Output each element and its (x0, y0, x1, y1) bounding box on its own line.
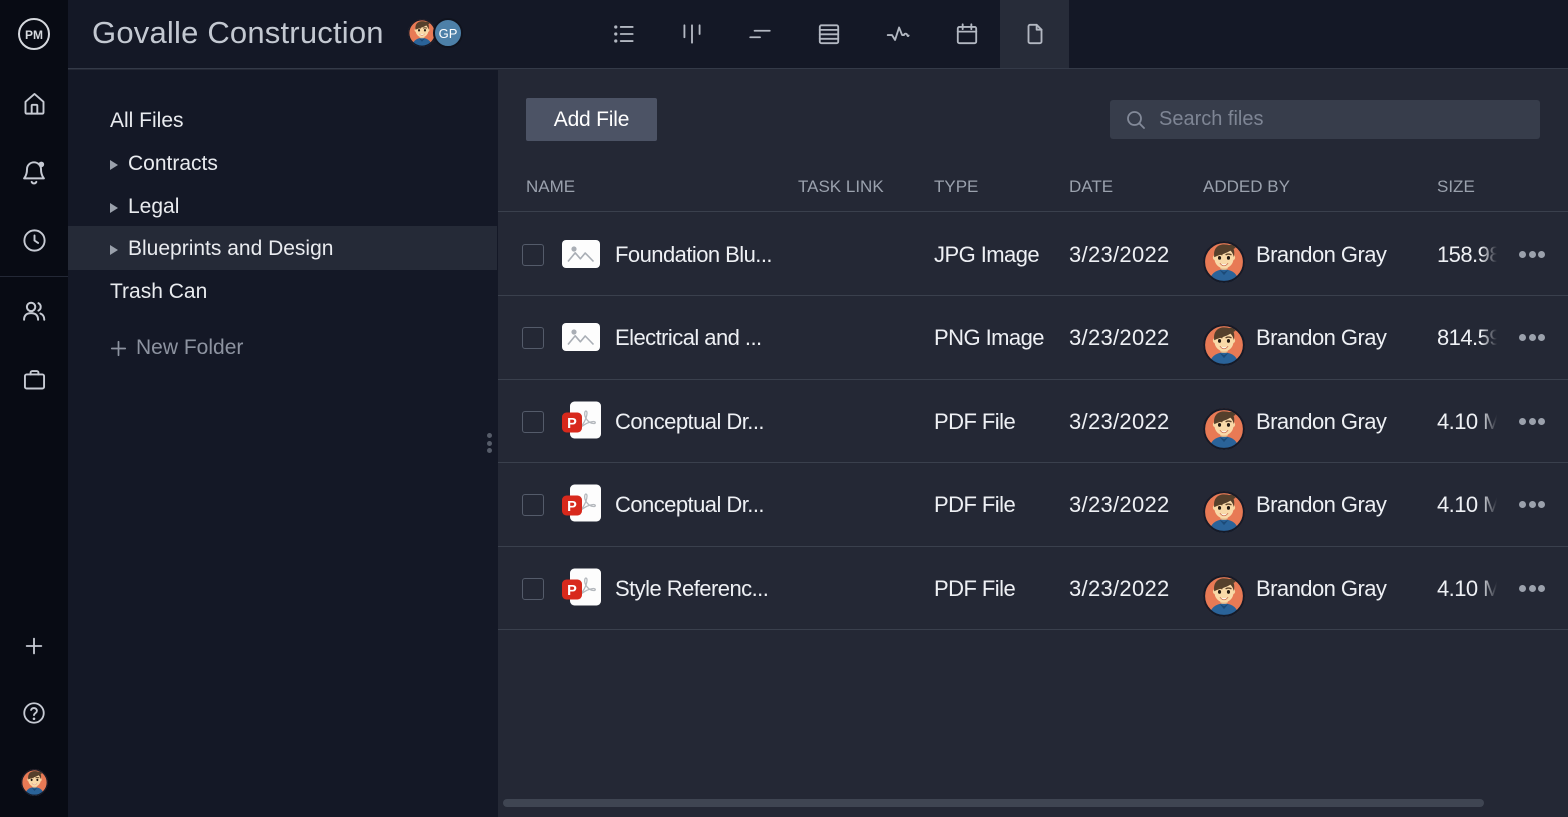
svg-text:PM: PM (25, 28, 43, 42)
svg-text:P: P (567, 582, 577, 598)
svg-text:P: P (567, 415, 577, 431)
svg-text:P: P (567, 499, 577, 515)
